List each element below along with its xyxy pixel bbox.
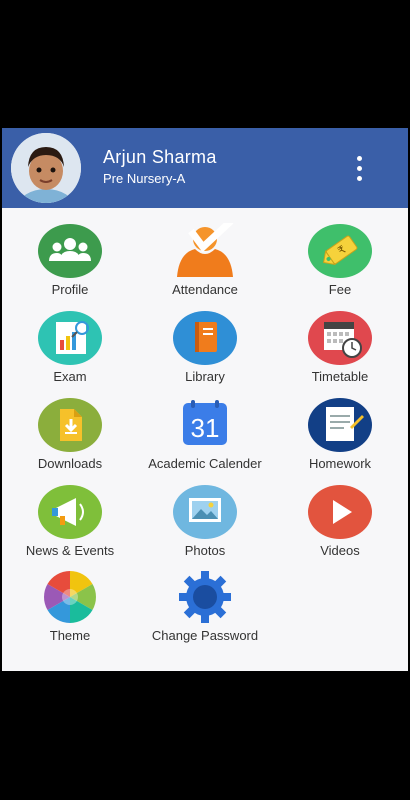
megaphone-icon bbox=[38, 485, 102, 539]
downloads-file-icon bbox=[38, 398, 102, 452]
tile-label: Attendance bbox=[172, 282, 238, 297]
tile-label: News & Events bbox=[25, 543, 115, 558]
calendar-31-icon: 31 bbox=[183, 400, 227, 445]
tile-label: Homework bbox=[308, 456, 372, 471]
tile-change-password[interactable]: Change Password bbox=[137, 569, 273, 655]
tile-exam[interactable]: Exam bbox=[2, 310, 138, 396]
tile-label: Fee bbox=[328, 282, 352, 297]
tile-timetable[interactable]: Timetable bbox=[272, 310, 408, 396]
tile-label: Downloads bbox=[37, 456, 103, 471]
gear-icon bbox=[179, 571, 231, 623]
tile-label: Profile bbox=[51, 282, 89, 297]
tile-fee[interactable]: ₹ Fee bbox=[272, 223, 408, 309]
profile-group-icon bbox=[38, 224, 102, 278]
tile-photos[interactable]: Photos bbox=[137, 484, 273, 570]
calendar-day: 31 bbox=[191, 413, 220, 443]
profile-header: Arjun Sharma Pre Nursery-A bbox=[2, 128, 408, 208]
tile-label: Videos bbox=[320, 543, 360, 558]
homework-notepad-icon bbox=[308, 398, 372, 452]
tile-label: Change Password bbox=[151, 628, 259, 643]
timetable-calendar-clock-icon bbox=[308, 311, 372, 365]
tile-theme[interactable]: Theme bbox=[2, 569, 138, 655]
student-name: Arjun Sharma bbox=[103, 147, 217, 167]
app-screen: Arjun Sharma Pre Nursery-A Profile Atten… bbox=[2, 128, 408, 671]
exam-chart-icon bbox=[38, 311, 102, 365]
tile-label: Academic Calender bbox=[148, 456, 262, 471]
tile-library[interactable]: Library bbox=[137, 310, 273, 396]
tile-label: Theme bbox=[49, 628, 91, 643]
avatar[interactable] bbox=[11, 133, 81, 203]
play-icon bbox=[308, 485, 372, 539]
tile-homework[interactable]: Homework bbox=[272, 397, 408, 483]
tile-downloads[interactable]: Downloads bbox=[2, 397, 138, 483]
tile-label: Timetable bbox=[311, 369, 369, 384]
tile-academic-calender[interactable]: 31 Academic Calender bbox=[137, 397, 273, 483]
more-options-icon[interactable] bbox=[351, 152, 369, 186]
color-wheel-icon bbox=[44, 571, 96, 623]
tile-videos[interactable]: Videos bbox=[272, 484, 408, 570]
fee-tag-icon: ₹ bbox=[308, 224, 372, 278]
tile-label: Library bbox=[185, 369, 225, 384]
tile-news-events[interactable]: News & Events bbox=[2, 484, 138, 570]
library-book-icon bbox=[173, 311, 237, 365]
tile-profile[interactable]: Profile bbox=[2, 223, 138, 309]
student-class: Pre Nursery-A bbox=[103, 171, 186, 186]
tile-attendance[interactable]: Attendance bbox=[137, 223, 273, 309]
attendance-check-icon bbox=[177, 223, 234, 277]
photos-icon bbox=[173, 485, 237, 539]
tile-label: Exam bbox=[53, 369, 87, 384]
tile-label: Photos bbox=[184, 543, 226, 558]
